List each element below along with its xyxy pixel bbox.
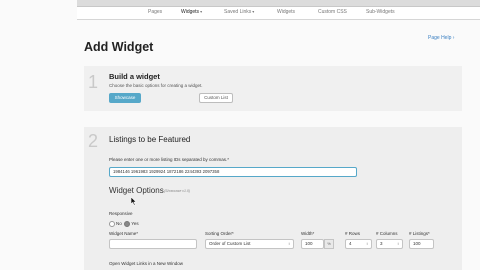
width-unit-addon: %: [324, 239, 334, 249]
rows-label: # Rows: [345, 231, 361, 236]
custom-list-button[interactable]: Custom List: [199, 93, 233, 103]
open-links-label: Open Widget Links in a New Window: [109, 261, 184, 266]
section-title: Build a widget: [109, 72, 160, 81]
responsive-no-radio[interactable]: [109, 221, 115, 227]
listing-ids-input[interactable]: 1984146 1961983 1929924 1872186 2244393 …: [109, 167, 357, 177]
nav-item-pages[interactable]: Pages: [148, 9, 162, 15]
page-help-label: Page Help: [428, 35, 452, 41]
rows-value: 4: [349, 241, 352, 246]
sorting-order-label: Sorting Order*: [205, 231, 234, 236]
width-label: Width*: [301, 231, 315, 236]
nav-item-widgets[interactable]: Widgets▾: [181, 9, 202, 15]
columns-value: 3: [380, 241, 383, 246]
listing-ids-label: Please enter one or more listing IDs sep…: [109, 157, 230, 162]
responsive-yes-radio[interactable]: [124, 221, 131, 227]
responsive-no-label: No: [116, 221, 122, 227]
responsive-label: Responsive: [109, 211, 133, 216]
sub-navigation: Pages Widgets▾ Saved Links▾ Widgets Cust…: [77, 7, 480, 20]
widget-options-version: (Showcase v1.0): [164, 189, 191, 193]
chevron-down-icon: ▾: [252, 9, 255, 14]
widget-name-input[interactable]: [109, 239, 197, 249]
listings-panel: 2 Listings to be Featured Please enter o…: [84, 127, 462, 270]
rows-select[interactable]: 4 ↕: [345, 239, 372, 249]
nav-item-saved-links[interactable]: Saved Links▾: [224, 9, 254, 15]
columns-label: # Columns: [376, 231, 398, 236]
widget-name-label: Widget Name*: [109, 231, 139, 236]
step-number: 1: [88, 72, 99, 92]
nav-item-widgets-label: Widgets: [181, 9, 200, 15]
section-title: Listings to be Featured: [109, 135, 191, 144]
chevron-right-icon: ›: [452, 35, 455, 41]
nav-item-saved-links-label: Saved Links: [224, 9, 252, 15]
nav-item-widgets-2[interactable]: Widgets: [277, 9, 295, 15]
listings-input[interactable]: 100: [409, 239, 434, 249]
chevron-updown-icon: ↕: [397, 241, 399, 246]
nav-item-sub-widgets[interactable]: Sub-Widgets: [366, 9, 395, 15]
section-description: Choose the basic options for creating a …: [109, 83, 203, 88]
sorting-order-value: Order of Custom List: [209, 241, 251, 246]
chevron-updown-icon: ↕: [366, 241, 368, 246]
nav-item-custom-css[interactable]: Custom CSS: [318, 9, 347, 15]
responsive-yes-label: Yes: [131, 221, 139, 227]
step-number: 2: [88, 131, 99, 151]
widget-options-title: Widget Options: [109, 186, 164, 195]
page-title: Add Widget: [84, 40, 154, 54]
build-widget-panel: 1 Build a widget Choose the basic option…: [84, 66, 462, 111]
showcase-button[interactable]: Showcase: [109, 93, 141, 103]
sorting-order-select[interactable]: Order of Custom List ↕: [205, 239, 294, 249]
chevron-down-icon: ▾: [200, 9, 203, 14]
mouse-cursor-icon: [131, 197, 137, 206]
responsive-radio-group: No Yes: [109, 221, 139, 227]
listings-label: # Listings*: [409, 231, 430, 236]
chevron-updown-icon: ↕: [288, 241, 290, 246]
page-help-link[interactable]: Page Help ›: [428, 35, 454, 41]
columns-select[interactable]: 3 ↕: [376, 239, 403, 249]
width-input[interactable]: 100: [301, 239, 324, 249]
top-bar: [77, 0, 480, 7]
